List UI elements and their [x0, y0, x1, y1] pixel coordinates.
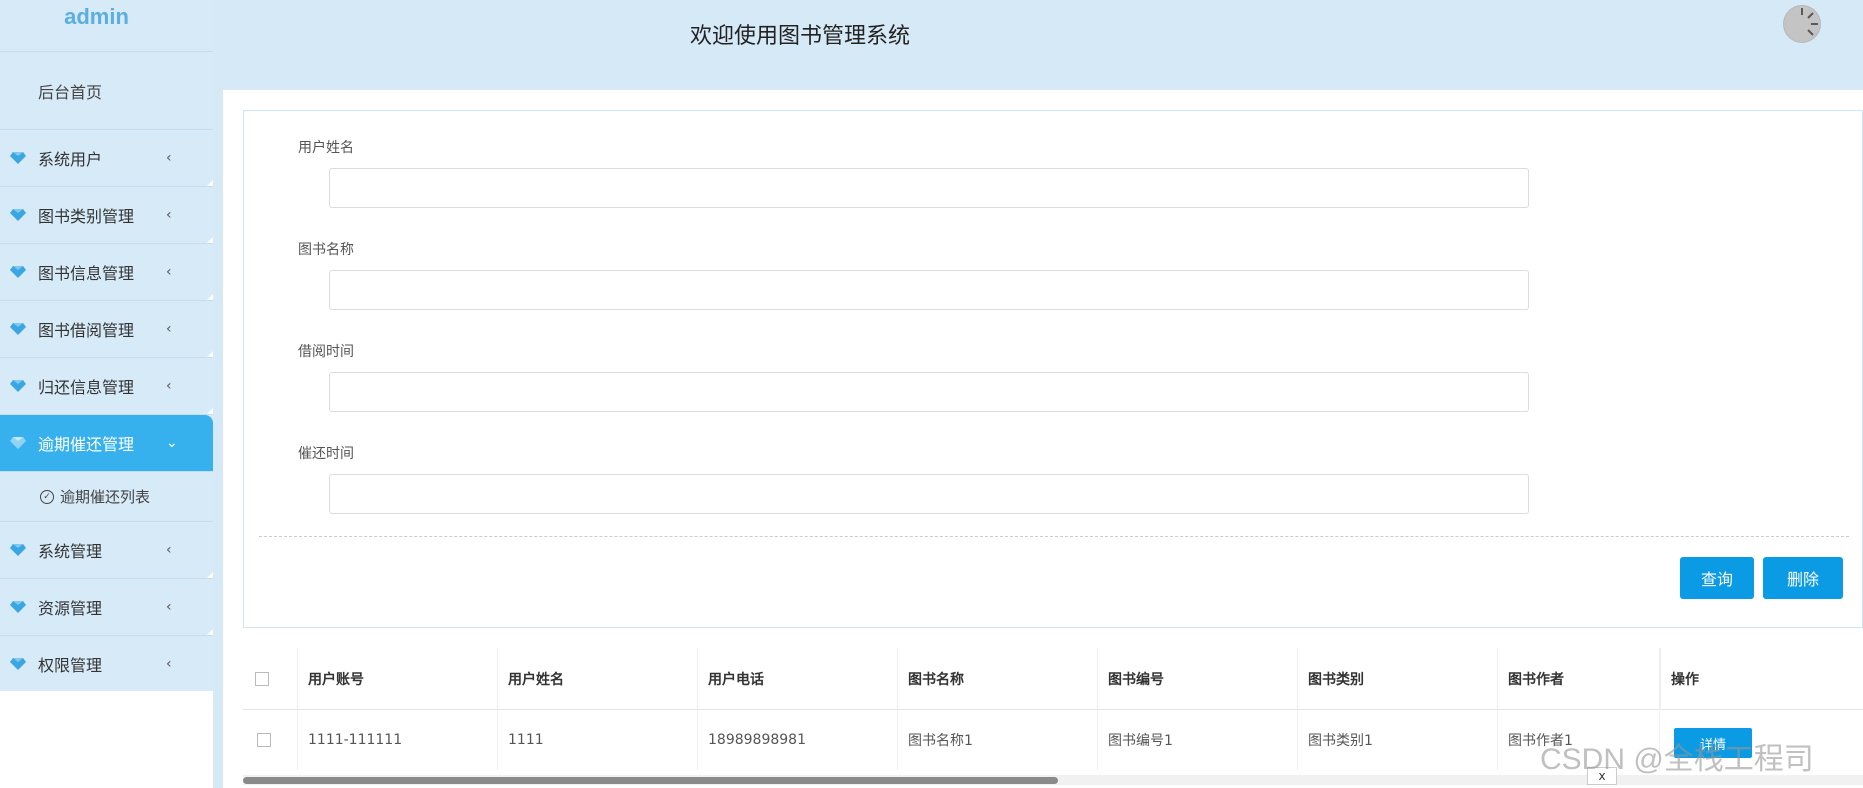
header-checkbox-cell: [243, 648, 298, 710]
corner-mark: [207, 351, 213, 357]
chevron-left-icon: ‹: [166, 264, 172, 280]
header: 欢迎使用图书管理系统: [213, 0, 1863, 90]
sidebar-subitem-label: 逾期催还列表: [60, 488, 151, 506]
sidebar-item-system-manage[interactable]: 系统管理 ‹: [0, 522, 213, 579]
chevron-down-icon: ⌄: [166, 435, 178, 451]
diamond-icon: [10, 152, 26, 164]
row-checkbox[interactable]: [257, 733, 271, 747]
brand: admin: [0, 0, 213, 52]
column-header: 图书类别: [1298, 648, 1498, 710]
sidebar-item-label: 系统用户: [38, 150, 103, 169]
sidebar-subitem-overdue-list[interactable]: ✓ 逾期催还列表: [0, 472, 213, 522]
chevron-left-icon: ‹: [166, 207, 172, 223]
chevron-left-icon: ‹: [166, 599, 172, 615]
sidebar-item-return-info[interactable]: 归还信息管理 ‹: [0, 358, 213, 415]
column-header: 图书名称: [898, 648, 1098, 710]
main-content: 用户姓名 图书名称 借阅时间 催还时间 查询 删除 用户账号 用户姓名 用户电话…: [223, 90, 1863, 788]
chevron-left-icon: ‹: [166, 378, 172, 394]
column-header: 用户电话: [698, 648, 898, 710]
row-checkbox-cell: [243, 710, 298, 770]
sidebar-item-label: 图书类别管理: [38, 207, 135, 226]
table-cell: 1111: [498, 710, 698, 770]
sidebar-item-label: 资源管理: [38, 599, 103, 618]
column-header: 图书作者: [1498, 648, 1660, 710]
chevron-left-icon: ‹: [166, 150, 172, 166]
sidebar-item-label: 图书借阅管理: [38, 321, 135, 340]
brand-text: admin: [64, 3, 129, 29]
select-all-checkbox[interactable]: [255, 672, 269, 686]
remind-time-input[interactable]: [329, 474, 1529, 514]
field-label-borrow-time: 借阅时间: [298, 344, 354, 360]
diamond-icon: [10, 266, 26, 278]
scrollbar-thumb[interactable]: [243, 777, 1058, 784]
book-name-input[interactable]: [329, 270, 1529, 310]
sidebar-item-label: 逾期催还管理: [38, 435, 135, 454]
diamond-icon: [10, 544, 26, 556]
diamond-icon: [10, 209, 26, 221]
avatar-spinner-icon[interactable]: [1783, 5, 1821, 43]
page-title: 欢迎使用图书管理系统: [690, 24, 911, 49]
chevron-left-icon: ‹: [166, 542, 172, 558]
corner-mark: [207, 294, 213, 300]
table-header: 用户账号 用户姓名 用户电话 图书名称 图书编号 图书类别 图书作者 操作: [243, 648, 1863, 710]
column-header: 用户姓名: [498, 648, 698, 710]
diamond-icon: [10, 437, 26, 449]
table-cell: 1111-111111: [298, 710, 498, 770]
table-cell: 图书名称1: [898, 710, 1098, 770]
sidebar-item-book-borrow[interactable]: 图书借阅管理 ‹: [0, 301, 213, 358]
search-button[interactable]: 查询: [1680, 557, 1754, 599]
chevron-left-icon: ‹: [166, 656, 172, 672]
field-label-remind-time: 催还时间: [298, 446, 354, 462]
sidebar-blank: [0, 691, 213, 788]
diamond-icon: [10, 380, 26, 392]
table-cell: 图书类别1: [1298, 710, 1498, 770]
corner-mark: [207, 408, 213, 414]
chevron-left-icon: ‹: [166, 321, 172, 337]
field-label-user-name: 用户姓名: [298, 140, 354, 156]
column-header: 图书编号: [1098, 648, 1298, 710]
watermark: CSDN @全栈工程司: [1540, 743, 1814, 776]
borrow-time-input[interactable]: [329, 372, 1529, 412]
corner-mark: [207, 237, 213, 243]
diamond-icon: [10, 323, 26, 335]
user-name-input[interactable]: [329, 168, 1529, 208]
sidebar-item-label: 系统管理: [38, 542, 103, 561]
sidebar-item-label: 归还信息管理: [38, 378, 135, 397]
diamond-icon: [10, 658, 26, 670]
search-form: 用户姓名 图书名称 借阅时间 催还时间 查询 删除: [243, 110, 1863, 628]
sidebar-item-overdue[interactable]: 逾期催还管理 ⌄: [0, 415, 213, 472]
sidebar-item-resource-manage[interactable]: 资源管理 ‹: [0, 579, 213, 636]
sidebar-item-system-users[interactable]: 系统用户 ‹: [0, 130, 213, 187]
table-cell: 图书编号1: [1098, 710, 1298, 770]
field-label-book-name: 图书名称: [298, 242, 354, 258]
form-divider: [259, 536, 1849, 537]
check-circle-icon: ✓: [40, 489, 54, 504]
corner-mark: [207, 180, 213, 186]
column-header: 操作: [1660, 648, 1863, 710]
corner-mark: [207, 572, 213, 578]
sidebar-item-permission-manage[interactable]: 权限管理 ‹: [0, 636, 213, 693]
column-header: 用户账号: [298, 648, 498, 710]
delete-button[interactable]: 删除: [1763, 557, 1843, 599]
sidebar-item-label: 权限管理: [38, 656, 103, 675]
table-cell: 18989898981: [698, 710, 898, 770]
sidebar-item-label: 图书信息管理: [38, 264, 135, 283]
sidebar: admin 后台首页 系统用户 ‹ 图书类别管理 ‹ 图书信息管理 ‹ 图书借阅…: [0, 0, 213, 788]
corner-mark: [207, 629, 213, 635]
sidebar-item-home[interactable]: 后台首页: [0, 52, 213, 130]
sidebar-item-book-info[interactable]: 图书信息管理 ‹: [0, 244, 213, 301]
sidebar-item-book-category[interactable]: 图书类别管理 ‹: [0, 187, 213, 244]
diamond-icon: [10, 601, 26, 613]
